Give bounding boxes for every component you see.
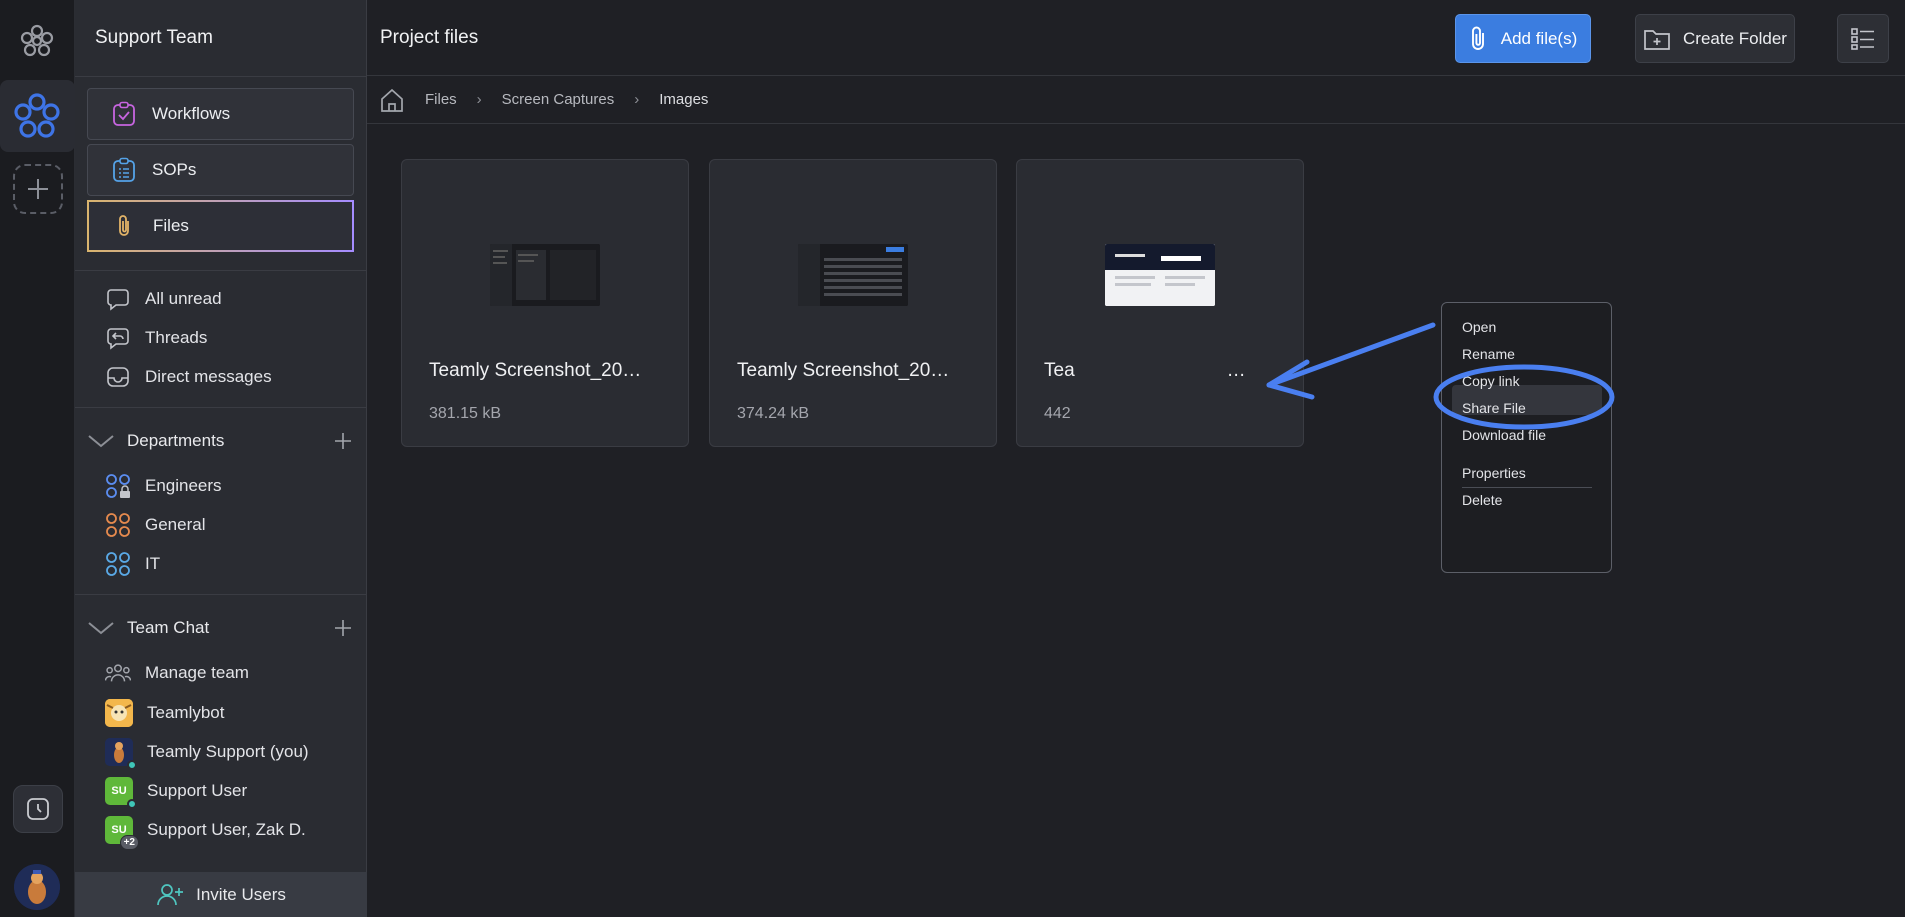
- departments-section-header[interactable]: Departments: [87, 431, 353, 451]
- user-avatar[interactable]: [14, 864, 60, 910]
- member-label: Teamly Support (you): [147, 742, 309, 761]
- workspace-support-team[interactable]: [0, 80, 75, 152]
- dm-teamly-support[interactable]: Teamly Support (you): [105, 738, 309, 770]
- section-label: Departments: [127, 431, 225, 450]
- threads-icon: [107, 328, 129, 350]
- team-icon: [105, 664, 131, 682]
- history-button[interactable]: [13, 785, 63, 833]
- dm-support-user[interactable]: SU Support User: [105, 777, 248, 809]
- sidebar-item-label: Direct messages: [145, 367, 272, 386]
- user-avatar: [105, 738, 137, 770]
- inbox-icon: [107, 367, 129, 387]
- invite-users-button[interactable]: Invite Users: [75, 872, 367, 917]
- channel-group-lock-icon: [106, 474, 130, 498]
- initials-avatar: SU: [105, 777, 137, 809]
- chevron-down-icon: [88, 435, 114, 448]
- arrow-icon: [1266, 322, 1436, 388]
- app-window: Support Team Workflows SOPs Files All un…: [0, 0, 1905, 917]
- sidebar-item-label: All unread: [145, 289, 222, 308]
- channel-it[interactable]: IT: [105, 551, 160, 577]
- invite-label: Invite Users: [196, 884, 286, 904]
- chevron-down-icon: [88, 622, 114, 635]
- app-logo-icon: [20, 24, 54, 57]
- sidebar-item-threads[interactable]: Threads: [105, 325, 207, 351]
- paperclip-icon: [119, 215, 129, 236]
- add-workspace-button[interactable]: [13, 164, 63, 214]
- add-chat-icon[interactable]: [333, 618, 353, 638]
- channel-label: General: [145, 515, 206, 534]
- sidebar-item-direct-messages[interactable]: Direct messages: [105, 364, 272, 390]
- channel-engineers[interactable]: Engineers: [105, 473, 222, 499]
- mascot-avatar-icon: [14, 864, 60, 910]
- nav-label: Workflows: [152, 104, 231, 123]
- dm-group-support-user-zak[interactable]: SU +2 Support User, Zak D.: [105, 816, 306, 850]
- highlight-circle: [1433, 364, 1615, 430]
- avatar-initials: SU: [111, 785, 127, 797]
- plus-icon: [28, 179, 48, 199]
- member-label: Manage team: [145, 663, 249, 682]
- channel-label: Engineers: [145, 476, 222, 495]
- nav-workflows[interactable]: Workflows: [87, 88, 354, 140]
- member-label: Teamlybot: [147, 703, 225, 722]
- channel-general[interactable]: General: [105, 512, 205, 538]
- avatar-initials: SU: [111, 824, 127, 836]
- divider: [75, 594, 367, 595]
- channel-group-icon: [106, 552, 130, 576]
- team-name: Support Team: [95, 27, 213, 48]
- add-department-icon[interactable]: [333, 431, 353, 451]
- extra-members-badge: +2: [119, 835, 139, 850]
- workflow-icon: [113, 101, 135, 126]
- dm-teamlybot[interactable]: Teamlybot: [105, 699, 224, 727]
- main-content: Project files Add file(s) Create Folder …: [367, 0, 1905, 917]
- annotation-overlay: [1266, 322, 1615, 430]
- member-label: Support User: [147, 781, 248, 800]
- divider: [75, 270, 367, 271]
- nav-sops[interactable]: SOPs: [87, 144, 354, 196]
- nav-files[interactable]: Files: [87, 200, 354, 252]
- sidebar: Support Team Workflows SOPs Files All un…: [75, 0, 367, 917]
- sidebar-item-all-unread[interactable]: All unread: [105, 286, 222, 312]
- chat-bubble-icon: [107, 289, 129, 311]
- nav-label: Files: [153, 216, 189, 235]
- nav-label: SOPs: [152, 160, 197, 179]
- manage-team-item[interactable]: Manage team: [105, 660, 249, 686]
- workspace-logo-icon: [14, 93, 60, 138]
- bot-face-icon: [105, 699, 133, 727]
- team-chat-section-header[interactable]: Team Chat: [87, 618, 353, 638]
- divider: [75, 76, 367, 77]
- add-user-icon: [157, 883, 184, 905]
- clock-icon: [27, 798, 49, 820]
- channel-group-icon: [106, 513, 130, 537]
- bot-avatar: [105, 699, 133, 727]
- clipboard-list-icon: [113, 157, 135, 182]
- member-label: Support User, Zak D.: [147, 820, 306, 839]
- initials-avatar: SU +2: [105, 816, 139, 850]
- sidebar-item-label: Threads: [145, 328, 208, 347]
- workspace-rail: [0, 0, 75, 917]
- divider: [75, 407, 367, 408]
- section-label: Team Chat: [127, 618, 210, 637]
- channel-label: IT: [145, 554, 161, 573]
